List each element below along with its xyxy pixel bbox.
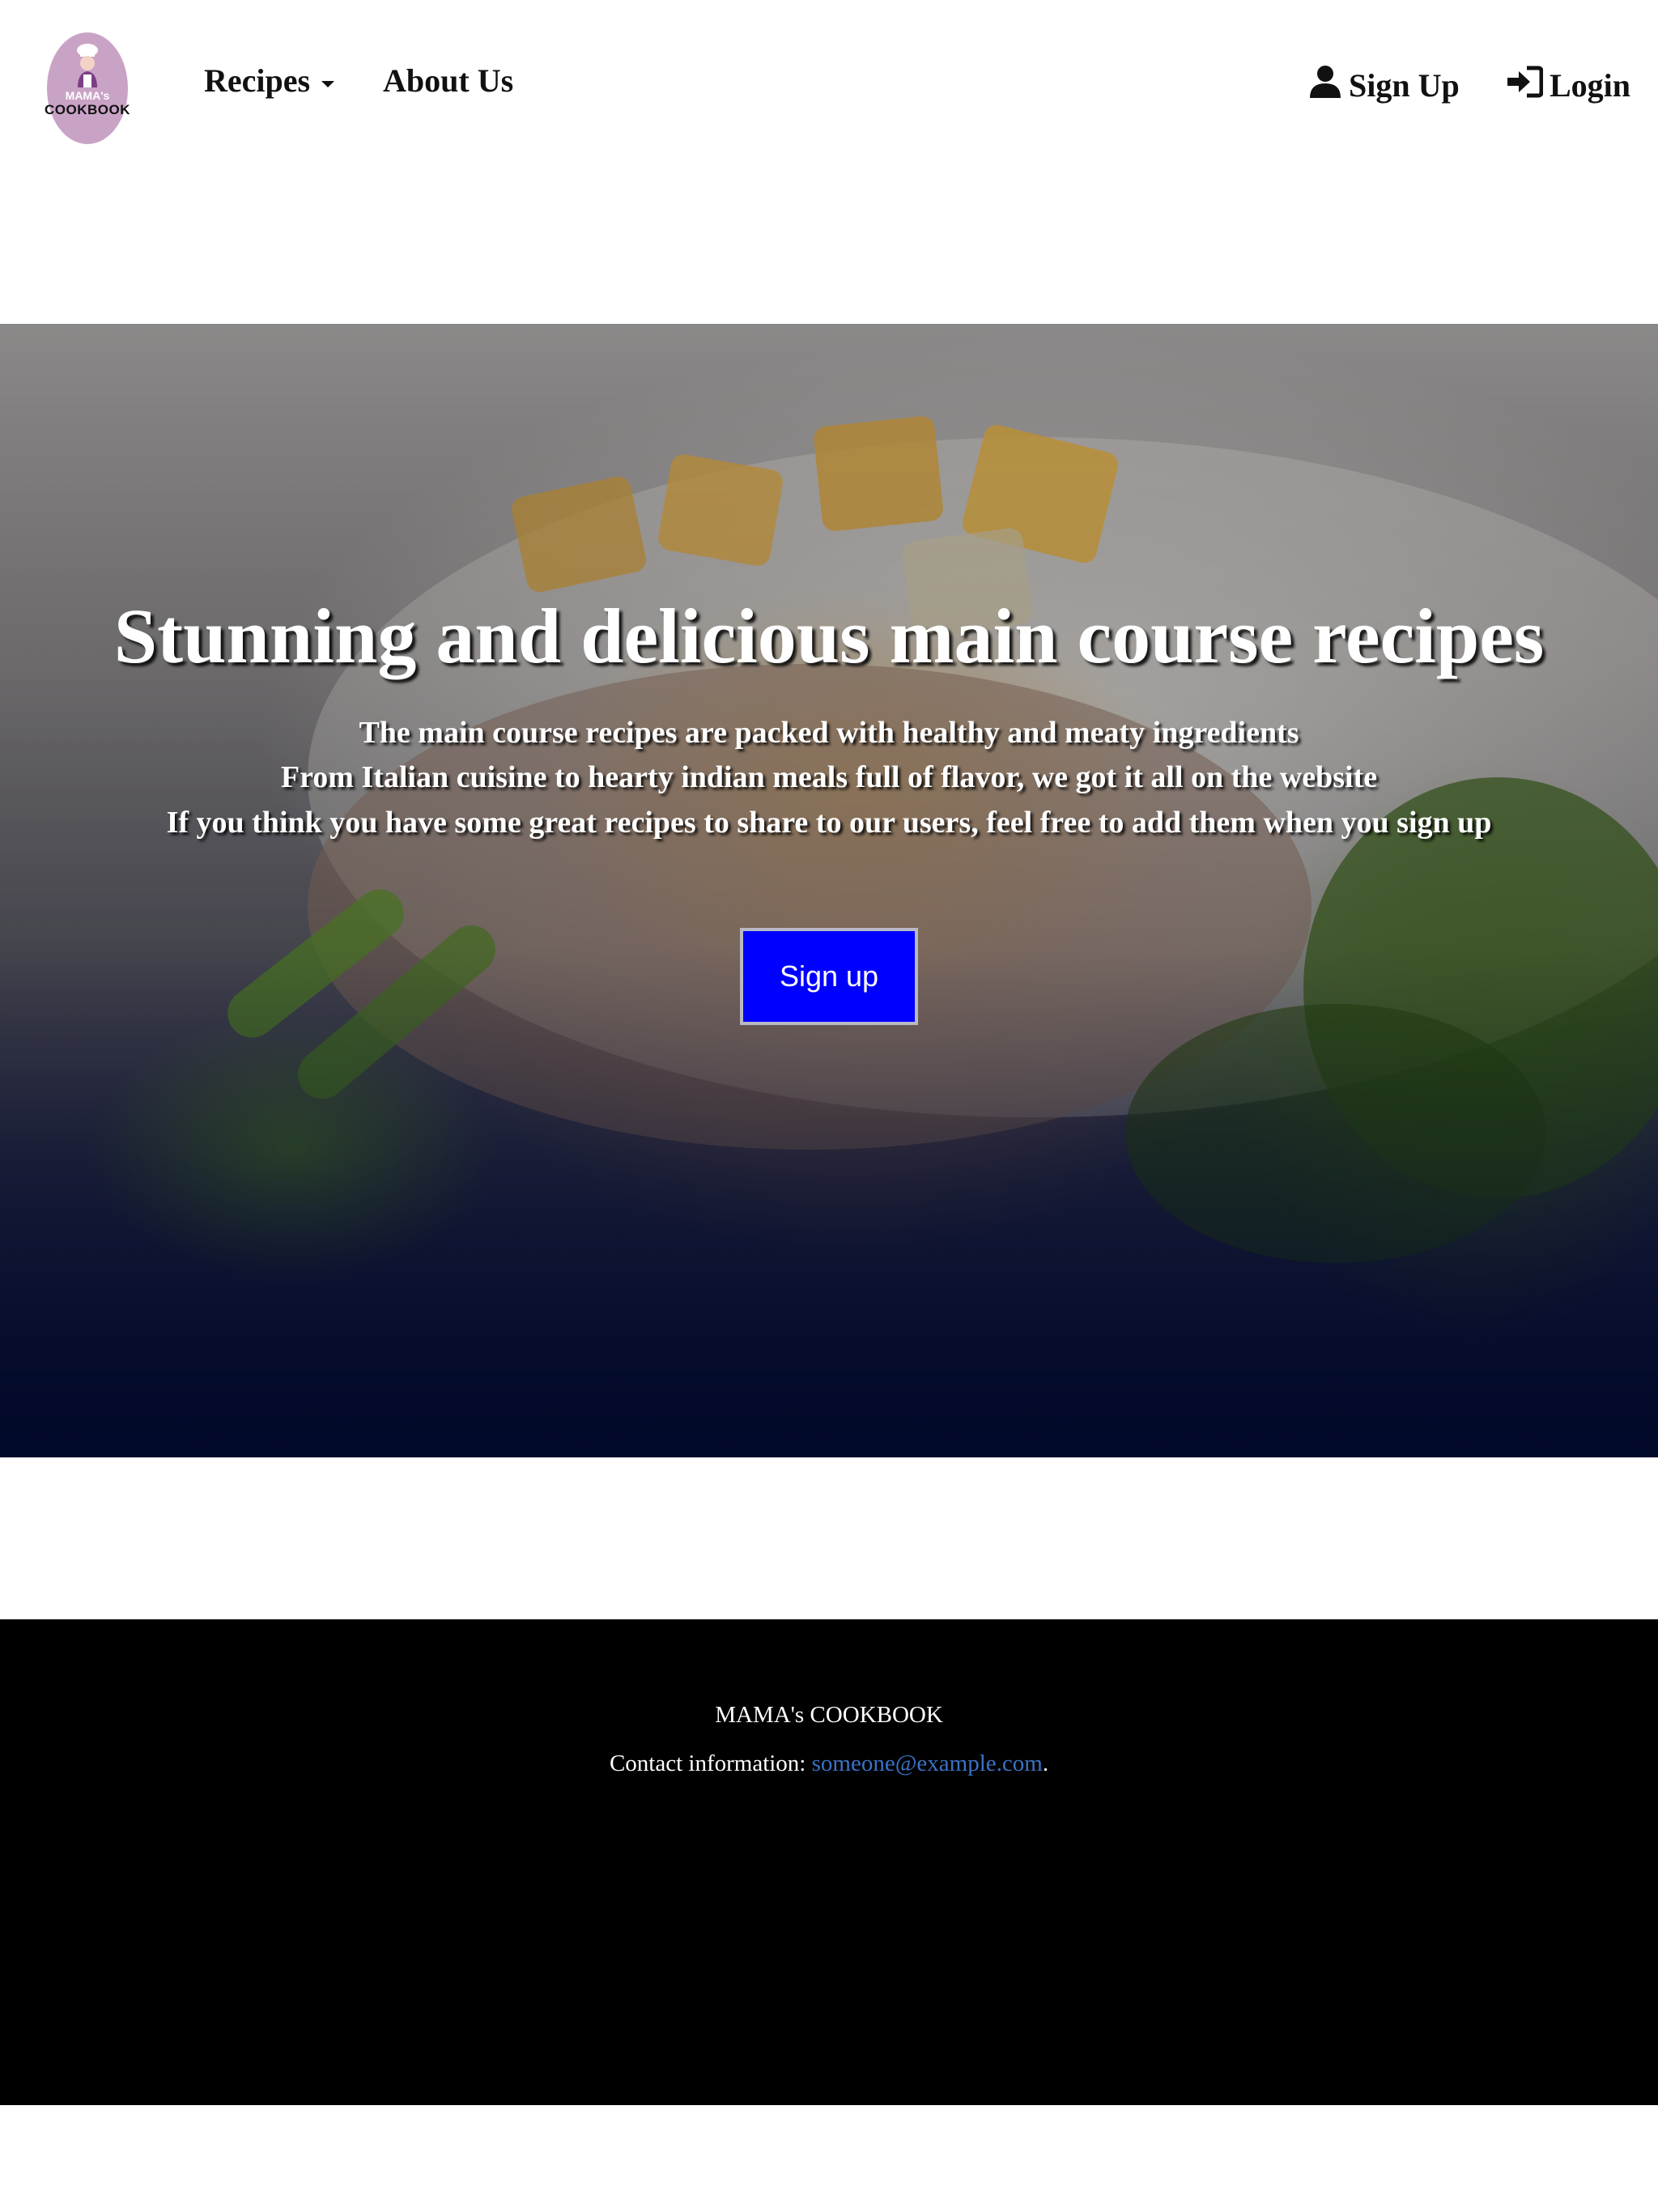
footer: MAMA's COOKBOOK Contact information: som… bbox=[0, 1619, 1658, 2105]
nav-sign-up[interactable]: Sign Up bbox=[1308, 63, 1460, 108]
nav-about-label: About Us bbox=[383, 62, 514, 99]
nav-recipes-label: Recipes bbox=[204, 62, 311, 99]
navbar: MAMA's COOKBOOK Recipes About Us Sign Up… bbox=[0, 0, 1658, 178]
hero-description-line-3: If you think you have some great recipes… bbox=[166, 806, 1492, 840]
login-icon bbox=[1507, 66, 1543, 98]
footer-contact: Contact information: someone@example.com… bbox=[0, 1750, 1658, 1777]
nav-about-us[interactable]: About Us bbox=[383, 58, 513, 104]
chef-icon bbox=[77, 44, 98, 87]
nav-sign-up-label: Sign Up bbox=[1349, 67, 1460, 104]
footer-contact-label: Contact information: bbox=[609, 1750, 812, 1776]
nav-login[interactable]: Login bbox=[1507, 63, 1630, 108]
hero-description-line-1: The main course recipes are packed with … bbox=[359, 716, 1299, 750]
site-logo[interactable]: MAMA's COOKBOOK bbox=[45, 32, 130, 144]
footer-email-link[interactable]: someone@example.com bbox=[812, 1750, 1043, 1776]
hero-title: Stunning and delicious main course recip… bbox=[113, 593, 1545, 679]
footer-contact-suffix: . bbox=[1042, 1750, 1049, 1776]
hero-overlay bbox=[0, 324, 1658, 1457]
hero-sign-up-button[interactable]: Sign up bbox=[740, 928, 918, 1025]
logo-text-top: MAMA's bbox=[65, 89, 110, 102]
footer-brand: MAMA's COOKBOOK bbox=[715, 1702, 943, 1728]
nav-recipes-dropdown[interactable]: Recipes bbox=[204, 58, 335, 104]
logo-text-bottom: COOKBOOK bbox=[45, 102, 130, 117]
caret-down-icon bbox=[321, 80, 335, 87]
nav-login-label: Login bbox=[1550, 67, 1631, 104]
hero-banner: Stunning and delicious main course recip… bbox=[0, 324, 1658, 1457]
hero-description-line-2: From Italian cuisine to hearty indian me… bbox=[280, 760, 1378, 794]
user-icon bbox=[1310, 66, 1341, 98]
